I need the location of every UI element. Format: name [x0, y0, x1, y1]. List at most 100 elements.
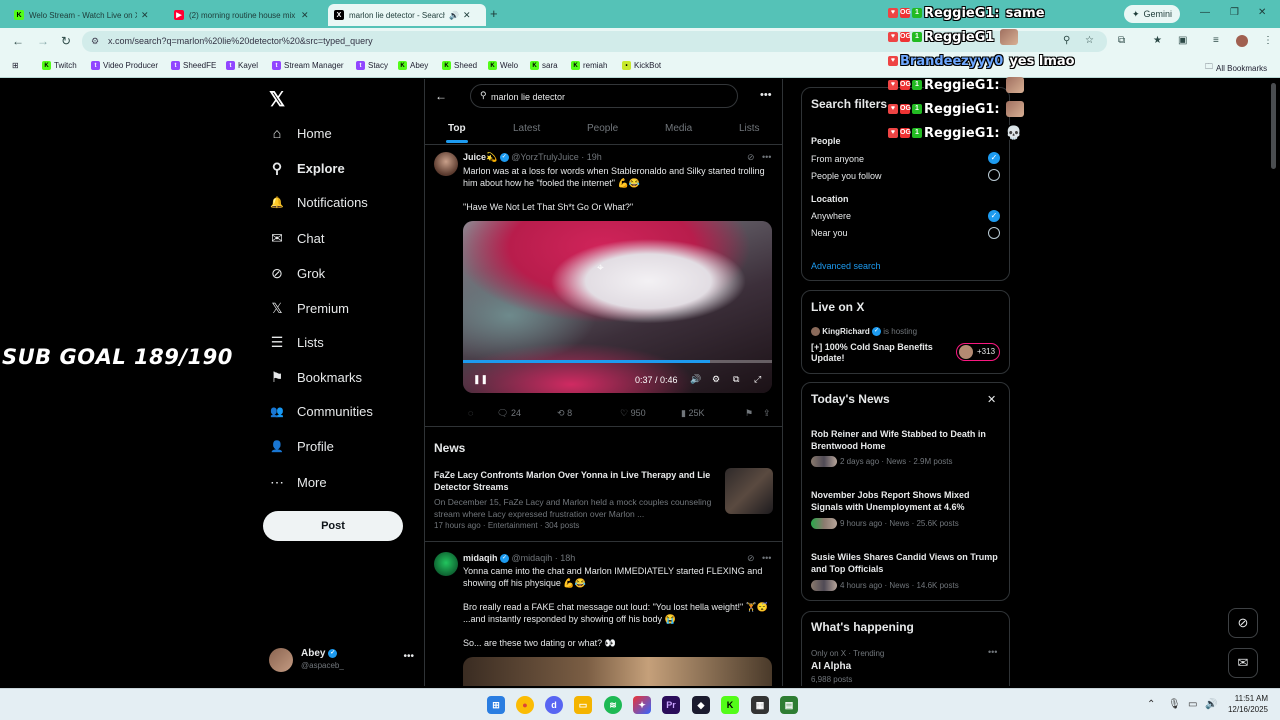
scrollbar[interactable] — [1271, 83, 1276, 169]
trend-topic[interactable]: AI Alpha — [811, 661, 851, 672]
grok-floating-button[interactable]: ⊘ — [1228, 608, 1258, 638]
pip-icon[interactable]: ⧉ — [733, 374, 739, 385]
radio-button[interactable] — [988, 169, 1000, 181]
grok-icon[interactable]: ⊘ — [747, 152, 755, 163]
network-icon[interactable]: ▭ — [1188, 699, 1197, 710]
zoom-icon[interactable]: ⚲ — [1063, 35, 1070, 46]
app-icon[interactable]: ◆ — [692, 696, 710, 714]
back-icon[interactable]: ← — [12, 34, 24, 48]
video-progress-bar[interactable] — [463, 360, 772, 363]
app-icon[interactable]: ▦ — [751, 696, 769, 714]
search-box[interactable]: ⚲ — [470, 84, 738, 108]
menu-icon[interactable]: ⋮ — [1263, 35, 1273, 46]
chrome-icon[interactable]: ● — [516, 696, 534, 714]
tweet-author-name[interactable]: midaqih — [463, 553, 498, 563]
chevron-up-icon[interactable]: ⌃ — [1147, 699, 1155, 710]
post-button[interactable]: Post — [263, 511, 403, 541]
filter-from-anyone[interactable]: From anyone — [811, 154, 864, 164]
nav-premium[interactable]: 𝕏 Premium — [269, 300, 349, 317]
filter-people-you-follow[interactable]: People you follow — [811, 171, 882, 181]
browser-tab-x-search[interactable]: X marlon lie detector - Search 🔊 ✕ — [328, 4, 486, 26]
tab-media[interactable]: Media — [665, 123, 692, 134]
tweet-time[interactable]: · 18h — [555, 553, 576, 563]
x-logo-icon[interactable]: 𝕏 — [269, 87, 285, 112]
bookmark-sheed[interactable]: K Sheed — [442, 61, 477, 70]
new-tab-button[interactable]: + — [490, 6, 498, 21]
premiere-icon[interactable]: Pr — [662, 696, 680, 714]
bookmark-remiah[interactable]: Kremiah — [571, 61, 607, 70]
nav-explore[interactable]: ⚲ Explore — [269, 160, 345, 177]
microphone-icon[interactable]: 🎙 — [1168, 699, 1181, 710]
split-view-icon[interactable]: ▣ — [1178, 35, 1187, 46]
bookmark-abey[interactable]: K Abey — [398, 61, 428, 70]
bookmark-sara[interactable]: Ksara — [530, 61, 558, 70]
close-icon[interactable]: ✕ — [301, 10, 309, 21]
reload-icon[interactable]: ↻ — [61, 34, 71, 48]
close-icon[interactable]: ✕ — [987, 393, 996, 406]
nav-home[interactable]: ⌂ Home — [269, 125, 332, 141]
live-host-line[interactable]: KingRichard ✓ is hosting — [811, 327, 917, 337]
grok-icon[interactable]: ◌ — [468, 408, 473, 418]
more-icon[interactable]: ••• — [762, 553, 771, 563]
forward-icon[interactable]: → — [37, 34, 49, 48]
system-clock[interactable]: 11:51 AM 12/16/2025 — [1228, 693, 1268, 715]
windows-start-icon[interactable]: ⊞ — [487, 696, 505, 714]
close-window-icon[interactable]: ✕ — [1258, 7, 1266, 18]
nav-bookmarks[interactable]: ⚑ Bookmarks — [269, 369, 362, 386]
more-icon[interactable]: ••• — [760, 89, 772, 101]
filter-anywhere[interactable]: Anywhere — [811, 211, 851, 221]
search-input[interactable] — [491, 89, 731, 104]
bookmark-video-producer[interactable]: t Video Producer — [91, 61, 158, 70]
live-stream-title[interactable]: [+] 100% Cold Snap Benefits Update! — [811, 342, 951, 364]
calculator-icon[interactable]: ▤ — [780, 696, 798, 714]
share-icon[interactable]: ⇪ — [763, 408, 771, 419]
bookmark-kayel[interactable]: t Kayel — [226, 61, 258, 70]
close-icon[interactable]: ✕ — [463, 10, 471, 21]
browser-tab-welo[interactable]: K Welo Stream - Watch Live on X ✕ — [8, 4, 166, 26]
tab-lists[interactable]: Lists — [739, 123, 760, 134]
media-icon[interactable]: ≡ — [1213, 35, 1219, 46]
avatar[interactable] — [434, 552, 458, 576]
tweet-time[interactable]: · 19h — [581, 152, 602, 162]
tweet-author-handle[interactable]: @midaqih — [512, 553, 553, 563]
radio-button[interactable] — [988, 227, 1000, 239]
more-icon[interactable]: ••• — [403, 651, 414, 662]
bookmark-stacy[interactable]: t Stacy — [356, 61, 388, 70]
live-listeners[interactable]: +313 — [956, 343, 1001, 361]
back-arrow-icon[interactable]: ← — [435, 89, 447, 103]
tab-latest[interactable]: Latest — [513, 123, 540, 134]
kick-icon[interactable]: K — [721, 696, 739, 714]
nav-grok[interactable]: ⊘ Grok — [269, 265, 325, 282]
minimize-icon[interactable]: — — [1200, 7, 1210, 18]
more-icon[interactable]: ••• — [988, 647, 997, 657]
tweet-author-name[interactable]: Juice💫 — [463, 152, 497, 162]
browser-tab-youtube[interactable]: ▶ (2) morning routine house mix ✕ — [168, 4, 326, 26]
like-button[interactable]: ♡ 950 — [620, 408, 646, 419]
bookmark-twitch[interactable]: K Twitch — [42, 61, 77, 70]
settings-icon[interactable]: ⚙ — [712, 374, 720, 385]
file-explorer-icon[interactable]: ▭ — [574, 696, 592, 714]
video-player[interactable]: ❚❚ 0:37 / 0:46 🔊 ⚙ ⧉ ⤢ — [463, 221, 772, 393]
speaker-icon[interactable]: 🔊 — [1205, 699, 1217, 710]
account-switcher[interactable]: Abey ✓ @aspaceb_ ••• — [269, 645, 414, 673]
bookmark-star-icon[interactable]: ★ — [1153, 35, 1162, 46]
bookmark-kickbot[interactable]: • KickBot — [622, 61, 661, 70]
news-thumbnail[interactable] — [725, 468, 773, 514]
star-icon[interactable]: ☆ — [1085, 35, 1094, 46]
nav-profile[interactable]: 👤 Profile — [269, 439, 334, 454]
nav-chat[interactable]: ✉ Chat — [269, 230, 324, 247]
nav-communities[interactable]: 👥 Communities — [269, 404, 373, 419]
maximize-icon[interactable]: ❐ — [1230, 7, 1239, 18]
checkmark-icon[interactable]: ✓ — [988, 152, 1000, 164]
checkmark-icon[interactable]: ✓ — [988, 210, 1000, 222]
avatar[interactable] — [434, 152, 458, 176]
news-item-headline[interactable]: November Jobs Report Shows Mixed Signals… — [811, 489, 1001, 513]
news-item-headline[interactable]: Rob Reiner and Wife Stabbed to Death in … — [811, 428, 1001, 452]
tweet-media[interactable] — [463, 657, 772, 686]
repost-button[interactable]: ⟲ 8 — [557, 408, 572, 419]
speaker-icon[interactable]: 🔊 — [449, 11, 459, 20]
volume-icon[interactable]: 🔊 — [690, 374, 701, 385]
views-button[interactable]: ▮ 25K — [681, 408, 704, 419]
news-item-headline[interactable]: Susie Wiles Shares Candid Views on Trump… — [811, 551, 1001, 575]
messages-floating-button[interactable]: ✉ — [1228, 648, 1258, 678]
